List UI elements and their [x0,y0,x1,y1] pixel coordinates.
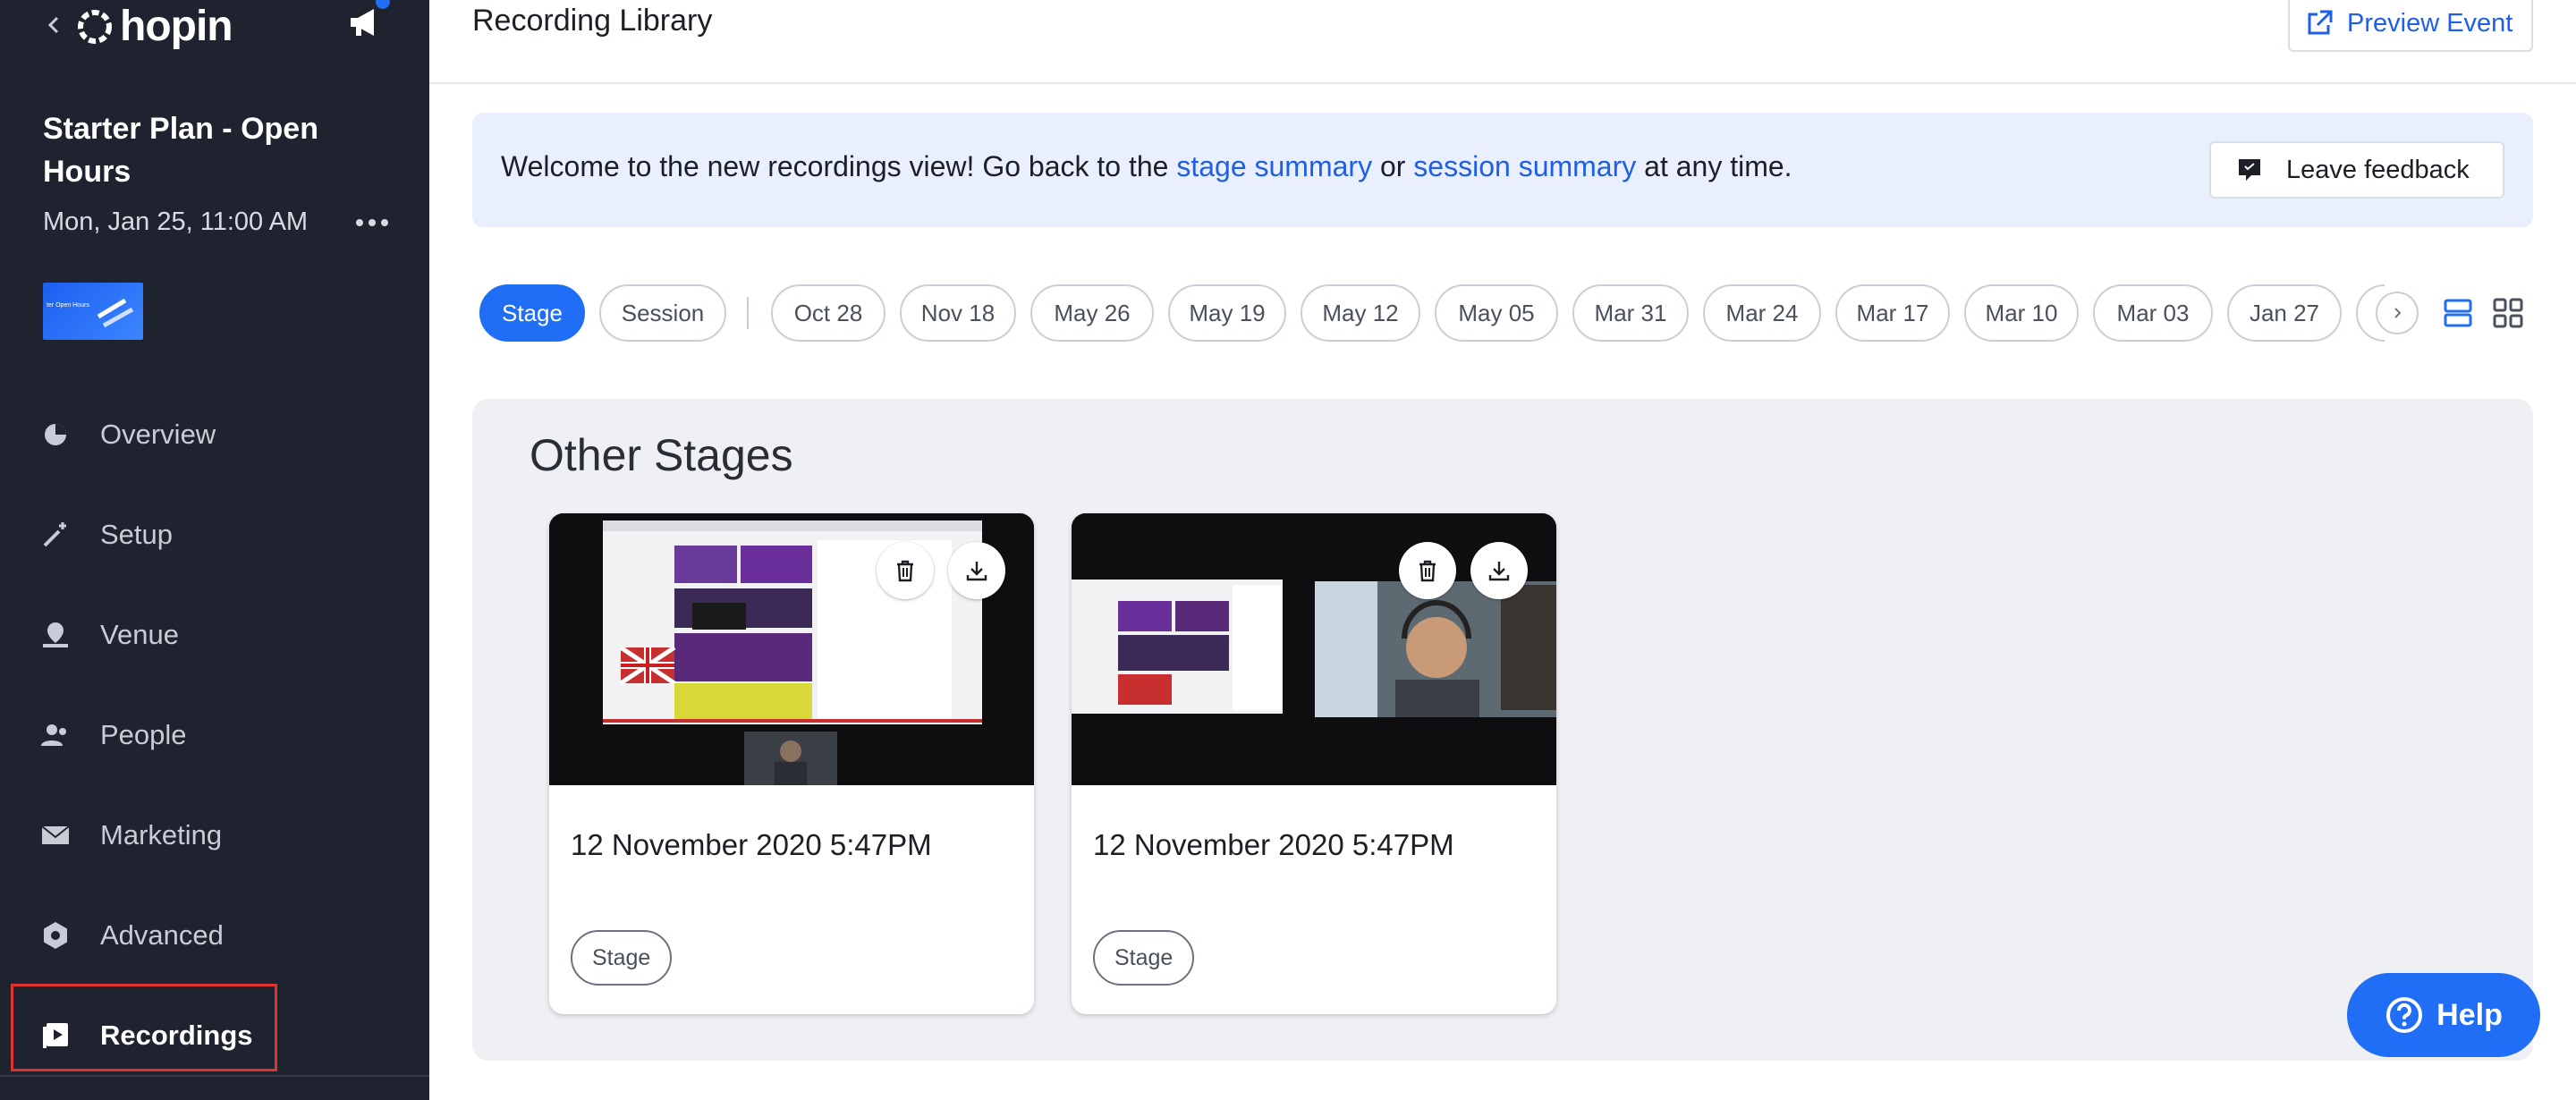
sidebar-item-setup[interactable]: Setup [0,485,429,585]
leave-feedback-label: Leave feedback [2286,155,2470,184]
sidebar-item-label: Setup [100,519,174,550]
sidebar-item-venue[interactable]: Venue [0,585,429,685]
trash-icon [897,560,913,582]
recording-thumbnail[interactable] [1072,513,1556,785]
recording-title: 12 November 2020 5:47PM [1093,828,1454,861]
sidebar-item-label: Venue [100,619,179,650]
help-button[interactable]: Help [2347,973,2540,1057]
filter-chip-date[interactable]: Oct 28 [771,284,886,342]
leave-feedback-button[interactable]: Leave feedback [2209,141,2504,199]
recording-tag: Stage [571,930,673,986]
hopin-logo[interactable]: hopin [77,0,233,54]
thumbnail-stripes-icon [97,298,134,328]
sidebar-item-label: Advanced [100,919,224,951]
delete-button[interactable] [877,542,934,599]
page-title: Recording Library [472,4,713,38]
sidebar-item-label: People [100,719,187,750]
download-button[interactable] [1470,542,1528,599]
filter-chip-date[interactable]: Jan 27 [2227,284,2342,342]
filter-next-button[interactable] [2376,292,2419,334]
delete-button[interactable] [1399,542,1456,599]
feedback-icon [2239,159,2260,181]
filter-chip-session[interactable]: Session [599,284,726,342]
section-title: Other Stages [530,430,793,480]
banner-text: Welcome to the new recordings view! Go b… [501,150,1792,183]
people-icon [41,724,66,746]
help-question-icon [2386,997,2423,1033]
hexagon-gear-icon [44,922,67,949]
preview-event-label: Preview Event [2347,8,2513,38]
recording-tag: Stage [1093,930,1195,986]
external-link-icon [2308,10,2333,35]
download-button[interactable] [948,542,1005,599]
filter-chip-date[interactable]: Mar 31 [1572,284,1689,342]
pie-chart-icon [45,424,66,445]
active-highlight-box [11,984,277,1071]
more-options-icon[interactable] [354,211,390,234]
filter-separator [747,297,749,329]
info-banner: Welcome to the new recordings view! Go b… [472,113,2533,227]
recording-card[interactable]: 12 November 2020 5:47PM Stage [549,513,1034,1014]
sidebar-item-label: Overview [100,419,216,450]
recording-card[interactable]: 12 November 2020 5:47PM Stage [1072,513,1556,1014]
event-thumbnail-text: ter Open Hours [47,302,89,309]
banner-text-or: or [1372,150,1414,182]
list-view-icon[interactable] [2440,295,2476,331]
download-icon [966,562,987,581]
banner-text-after: at any time. [1636,150,1792,182]
filter-chip-stage[interactable]: Stage [479,284,585,342]
chevron-left-icon[interactable] [43,7,64,43]
event-thumbnail: ter Open Hours [43,283,143,340]
page-header: Recording Library Preview Event [429,0,2576,84]
session-summary-link[interactable]: session summary [1413,150,1636,182]
filter-chip-date[interactable]: Nov 18 [900,284,1016,342]
event-title: Starter Plan - Open Hours [43,112,318,189]
magic-wand-icon [43,522,66,547]
sidebar-header: hopin [0,0,429,54]
sidebar-item-label: Marketing [100,819,223,850]
filter-bar: Stage Session Oct 28 Nov 18 May 26 May 1… [479,284,2385,342]
chevron-right-icon [2394,308,2402,318]
preview-event-button[interactable]: Preview Event [2288,0,2533,52]
recording-thumbnail[interactable] [549,513,1034,785]
download-icon [1488,562,1510,581]
sidebar: hopin Starter Plan - Open Hours Mon, Jan… [0,0,429,1100]
filter-chip-date[interactable]: Mar 03 [2093,284,2213,342]
filter-chip-date[interactable]: May 19 [1168,284,1286,342]
filter-chip-date[interactable]: Mar 17 [1835,284,1950,342]
sidebar-item-people[interactable]: People [0,685,429,785]
filter-chip-date[interactable]: Mar 24 [1703,284,1821,342]
grid-view-icon[interactable] [2490,295,2526,331]
event-date: Mon, Jan 25, 11:00 AM [43,207,309,236]
filter-chip-date[interactable]: Mar 10 [1964,284,2079,342]
sidebar-divider [0,1075,429,1077]
logo-text: hopin [120,3,233,50]
envelope-icon [41,825,70,844]
trash-icon [1419,560,1436,582]
filter-chip-date[interactable]: May 05 [1435,284,1558,342]
banner-text-before: Welcome to the new recordings view! Go b… [501,150,1177,182]
filter-chip-date[interactable]: May 12 [1301,284,1420,342]
sidebar-item-advanced[interactable]: Advanced [0,885,429,986]
map-pin-icon [43,622,68,647]
filter-chip-date[interactable]: May 26 [1030,284,1154,342]
help-label: Help [2436,997,2503,1032]
stage-summary-link[interactable]: stage summary [1176,150,1372,182]
sidebar-item-overview[interactable]: Overview [0,385,429,485]
other-stages-section: Other Stages 12 November 2020 5:47PM Sta… [472,399,2533,1061]
sidebar-item-marketing[interactable]: Marketing [0,785,429,885]
hopin-logo-icon [78,10,112,44]
recording-title: 12 November 2020 5:47PM [571,828,932,861]
